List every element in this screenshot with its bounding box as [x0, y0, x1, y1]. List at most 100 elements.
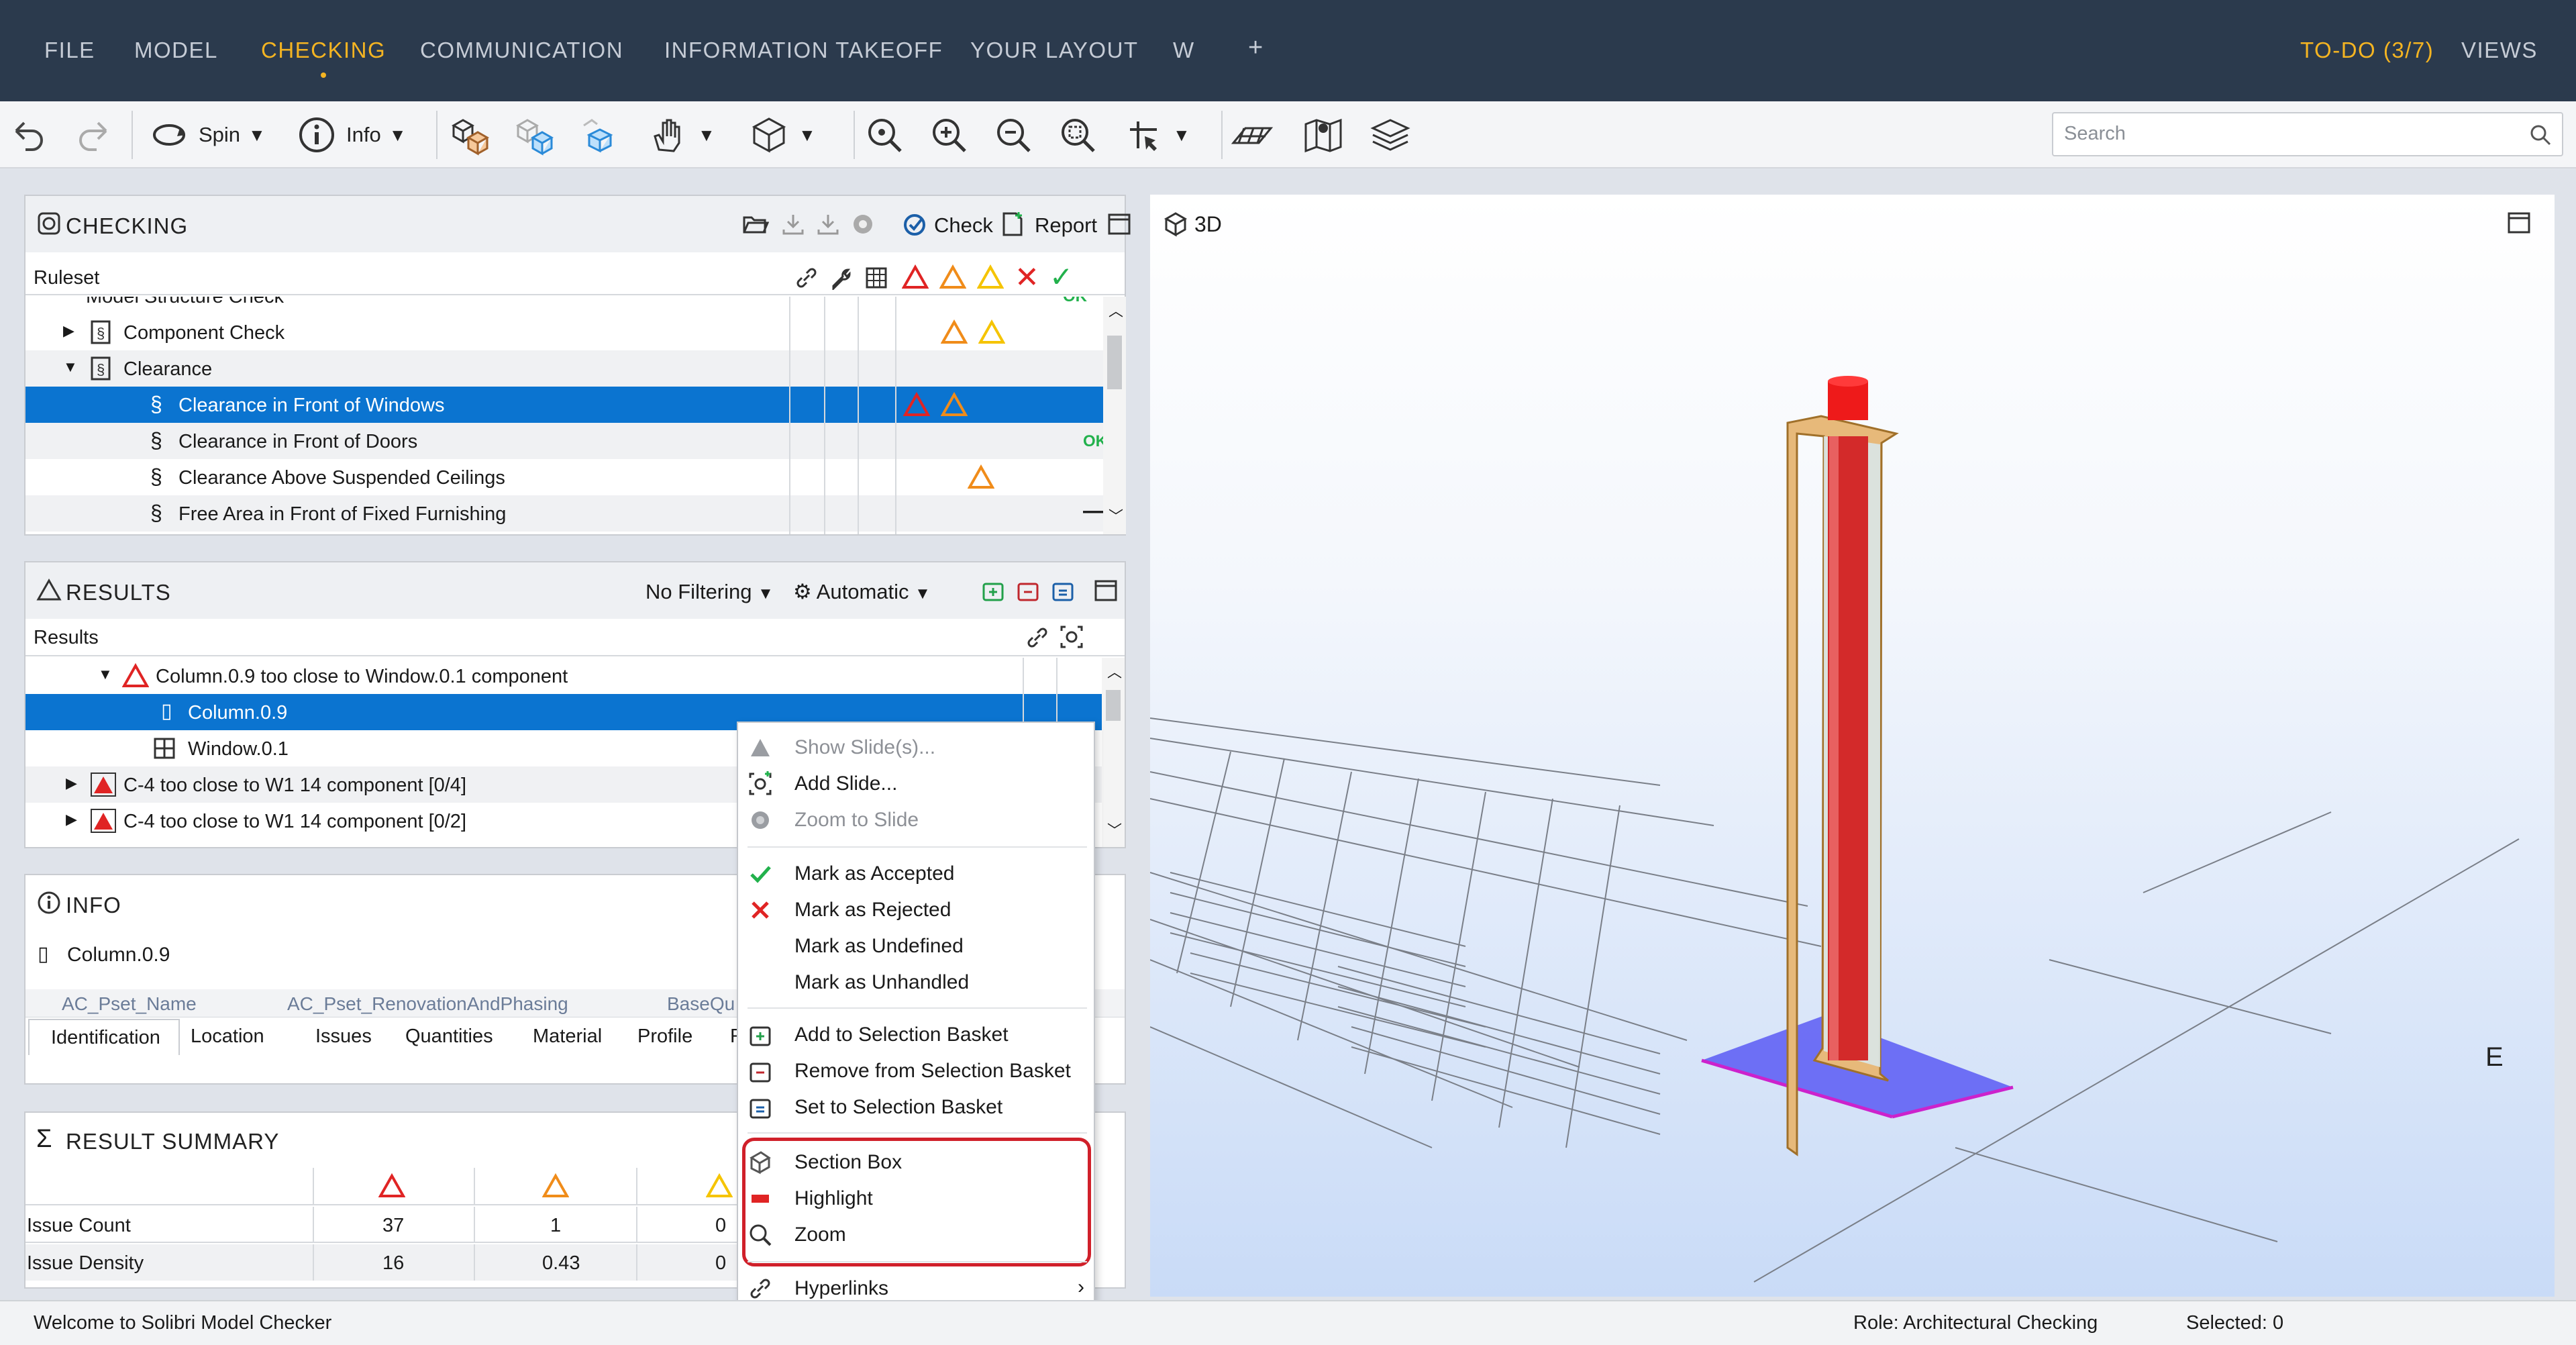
- tab-quantities[interactable]: Quantities: [405, 1026, 493, 1048]
- floor-plan-button[interactable]: [1231, 111, 1274, 159]
- spin-dropdown[interactable]: Spin ▼: [148, 111, 266, 159]
- 3d-view[interactable]: 3D E: [1150, 195, 2555, 1297]
- tab-location[interactable]: Location: [191, 1026, 264, 1048]
- download-icon[interactable]: [781, 212, 805, 236]
- stop-icon[interactable]: [851, 212, 875, 236]
- zoom-all-icon: [868, 119, 902, 152]
- info-dropdown[interactable]: Info ▼: [295, 111, 406, 159]
- views-button[interactable]: VIEWS: [2461, 38, 2538, 63]
- check-icon[interactable]: [902, 212, 927, 238]
- tree-row[interactable]: § Clearance in Front of Doors OK: [25, 423, 1103, 459]
- check-button[interactable]: Check: [934, 213, 993, 238]
- link-icon[interactable]: [1025, 626, 1049, 650]
- menu-add-to-basket[interactable]: Add to Selection Basket: [738, 1017, 1094, 1053]
- scrollbar[interactable]: ︿ ﹀: [1102, 658, 1125, 847]
- layers-button[interactable]: [1369, 111, 1412, 159]
- view-cube-dropdown[interactable]: ▼: [748, 111, 816, 159]
- menu-your-layout[interactable]: YOUR LAYOUT: [970, 38, 1139, 63]
- expand-arrow-icon[interactable]: ▶: [63, 322, 74, 340]
- zoom-window-button[interactable]: [1056, 111, 1099, 159]
- status-role: Role: Architectural Checking: [1853, 1312, 2098, 1334]
- expand-arrow-icon[interactable]: ▶: [66, 775, 77, 792]
- menu-zoom[interactable]: Zoom: [738, 1217, 1094, 1253]
- slide-icon[interactable]: [1059, 624, 1084, 650]
- menu-communication[interactable]: COMMUNICATION: [420, 38, 623, 63]
- collapse-arrow-icon[interactable]: ▼: [98, 666, 113, 683]
- redo-button[interactable]: [72, 111, 115, 159]
- search-input[interactable]: [2064, 123, 2520, 145]
- report-icon[interactable]: [1001, 211, 1025, 238]
- menu-item-label: Mark as Accepted: [794, 862, 955, 885]
- visibility-dropdown[interactable]: ▼: [647, 111, 715, 159]
- menu-mark-undefined[interactable]: Mark as Undefined: [738, 928, 1094, 964]
- basket-remove-icon[interactable]: [1016, 579, 1040, 603]
- menu-set-to-basket[interactable]: Set to Selection Basket: [738, 1089, 1094, 1126]
- scroll-up-icon[interactable]: ︿: [1107, 660, 1122, 682]
- scroll-down-icon[interactable]: ﹀: [1107, 819, 1122, 840]
- tab-profile[interactable]: Profile: [637, 1026, 692, 1048]
- menu-mark-accepted[interactable]: Mark as Accepted: [738, 856, 1094, 892]
- download-all-icon[interactable]: [816, 212, 840, 236]
- menu-item-label: Add to Selection Basket: [794, 1024, 1009, 1046]
- menu-remove-from-basket[interactable]: Remove from Selection Basket: [738, 1053, 1094, 1089]
- menu-section-box[interactable]: Section Box: [738, 1144, 1094, 1181]
- menu-zoom-to-slide[interactable]: Zoom to Slide: [738, 802, 1094, 838]
- active-tab-indicator: [321, 72, 327, 78]
- status-welcome: Welcome to Solibri Model Checker: [34, 1312, 332, 1334]
- menu-checking[interactable]: CHECKING: [261, 38, 386, 78]
- isolate-button[interactable]: [513, 111, 556, 159]
- scroll-down-icon[interactable]: ﹀: [1109, 505, 1123, 526]
- zoom-in-button[interactable]: [927, 111, 970, 159]
- tree-row[interactable]: Model Structure Check OK: [25, 297, 1103, 314]
- map-button[interactable]: [1302, 111, 1345, 159]
- menu-information-takeoff[interactable]: INFORMATION TAKEOFF: [664, 38, 943, 63]
- tree-row-selected[interactable]: § Clearance in Front of Windows: [25, 387, 1103, 423]
- show-selected-button[interactable]: [577, 111, 620, 159]
- maximize-icon[interactable]: [1094, 579, 1118, 603]
- menu-mark-unhandled[interactable]: Mark as Unhandled: [738, 964, 1094, 1001]
- menu-w[interactable]: W: [1173, 38, 1195, 63]
- menu-add-slide[interactable]: Add Slide...: [738, 766, 1094, 802]
- menu-model[interactable]: MODEL: [134, 38, 218, 63]
- scroll-thumb[interactable]: [1106, 690, 1121, 721]
- tab-issues[interactable]: Issues: [315, 1026, 372, 1048]
- basket-set-icon[interactable]: [1051, 579, 1075, 603]
- tab-identification[interactable]: Identification: [28, 1019, 180, 1055]
- select-tool-dropdown[interactable]: ▼: [1122, 111, 1190, 159]
- undo-button[interactable]: [7, 111, 50, 159]
- wrench-icon[interactable]: [828, 266, 852, 290]
- menu-mark-rejected[interactable]: Mark as Rejected: [738, 892, 1094, 928]
- scroll-thumb[interactable]: [1107, 336, 1122, 389]
- menu-show-slides[interactable]: Show Slide(s)...: [738, 730, 1094, 766]
- mode-dropdown[interactable]: ⚙ Automatic ▼: [793, 580, 931, 604]
- result-row[interactable]: ▼ Column.0.9 too close to Window.0.1 com…: [25, 658, 1125, 694]
- zoom-all-button[interactable]: [863, 111, 906, 159]
- scrollbar[interactable]: ︿ ﹀: [1103, 297, 1126, 534]
- search-box[interactable]: [2052, 112, 2563, 156]
- basket-add-icon[interactable]: [981, 579, 1005, 603]
- menu-file[interactable]: FILE: [44, 38, 95, 63]
- collapse-arrow-icon[interactable]: ▼: [63, 358, 78, 376]
- filter-dropdown[interactable]: No Filtering ▼: [646, 580, 774, 604]
- todo-button[interactable]: TO-DO (3/7): [2300, 38, 2434, 63]
- add-layout-button[interactable]: +: [1248, 34, 1264, 62]
- link-icon[interactable]: [794, 266, 819, 290]
- tree-row[interactable]: § Free Area in Front of Fixed Furnishing…: [25, 495, 1103, 532]
- report-button[interactable]: Report: [1035, 213, 1097, 238]
- tab-material[interactable]: Material: [533, 1026, 602, 1048]
- rejected-icon: ✕: [1015, 261, 1039, 294]
- maximize-icon[interactable]: [1107, 212, 1131, 236]
- tree-row[interactable]: ▼ § Clearance: [25, 350, 1103, 387]
- zoom-out-button[interactable]: [992, 111, 1035, 159]
- tree-row[interactable]: § Clearance Above Suspended Ceilings: [25, 459, 1103, 495]
- open-folder-icon[interactable]: [742, 212, 769, 236]
- gear-icon: ⚙: [793, 580, 812, 603]
- search-icon[interactable]: [2528, 123, 2553, 147]
- menu-highlight[interactable]: Highlight: [738, 1181, 1094, 1217]
- tree-row[interactable]: ▶ § Component Check: [25, 314, 1103, 350]
- table-icon[interactable]: [864, 266, 888, 290]
- summary-value: 0: [715, 1215, 727, 1236]
- hide-button[interactable]: [448, 111, 491, 159]
- expand-arrow-icon[interactable]: ▶: [66, 811, 77, 828]
- scroll-up-icon[interactable]: ︿: [1109, 299, 1123, 321]
